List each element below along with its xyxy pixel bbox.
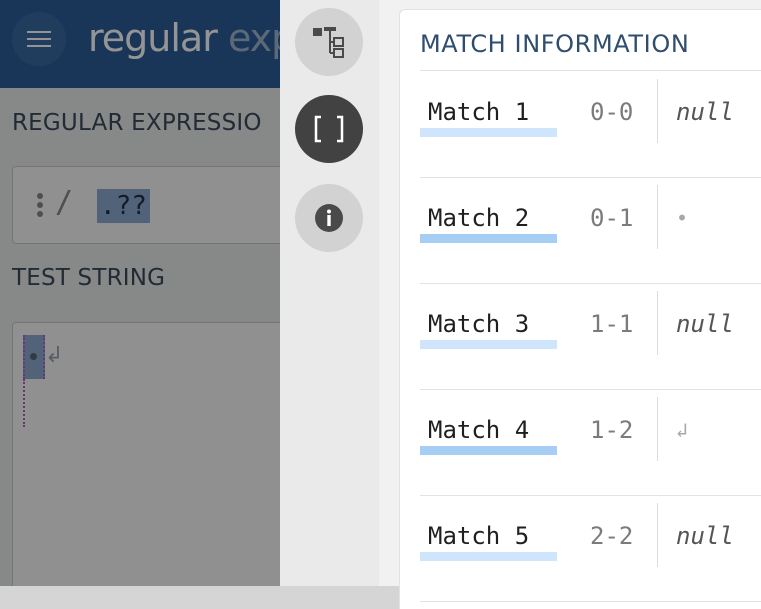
quick-reference-button[interactable]	[295, 184, 363, 252]
explain-tree-button[interactable]	[295, 8, 363, 76]
column-divider	[657, 397, 658, 461]
match-range: 2-2	[590, 522, 634, 550]
column-divider	[657, 185, 658, 249]
match-range: 1-1	[590, 310, 634, 338]
match-row[interactable]: Match 4 1-2 ↲	[420, 390, 761, 496]
match-value: null	[676, 522, 734, 550]
match-row[interactable]: Match 2 0-1 •	[420, 178, 761, 284]
match-row[interactable]: Match 1 0-0 null	[420, 72, 761, 178]
match-range: 1-2	[590, 416, 634, 444]
match-information-panel: MATCH INFORMATION Match 1 0-0 null Match…	[399, 9, 761, 609]
match-label: Match 2	[428, 204, 530, 232]
column-divider	[657, 503, 658, 567]
match-label: Match 3	[428, 310, 530, 338]
column-divider	[657, 79, 658, 143]
match-value: null	[676, 98, 734, 126]
whitespace-dot-icon: •	[676, 206, 689, 230]
tree-structure-icon	[313, 27, 344, 58]
brackets-icon	[314, 115, 344, 143]
newline-icon: ↲	[676, 418, 689, 442]
match-range: 0-0	[590, 98, 634, 126]
info-icon	[315, 204, 343, 232]
match-row[interactable]: Match 5 2-2 null	[420, 496, 761, 602]
side-tool-rail	[280, 0, 379, 586]
title-divider	[420, 70, 761, 71]
match-label: Match 5	[428, 522, 530, 550]
match-row[interactable]: Match 3 1-1 null	[420, 284, 761, 390]
modal-overlay[interactable]	[0, 0, 280, 586]
match-range: 0-1	[590, 204, 634, 232]
match-value: null	[676, 310, 734, 338]
match-info-button[interactable]	[295, 95, 363, 163]
match-label: Match 1	[428, 98, 530, 126]
panel-title: MATCH INFORMATION	[420, 30, 690, 58]
column-divider	[657, 291, 658, 355]
match-label: Match 4	[428, 416, 530, 444]
